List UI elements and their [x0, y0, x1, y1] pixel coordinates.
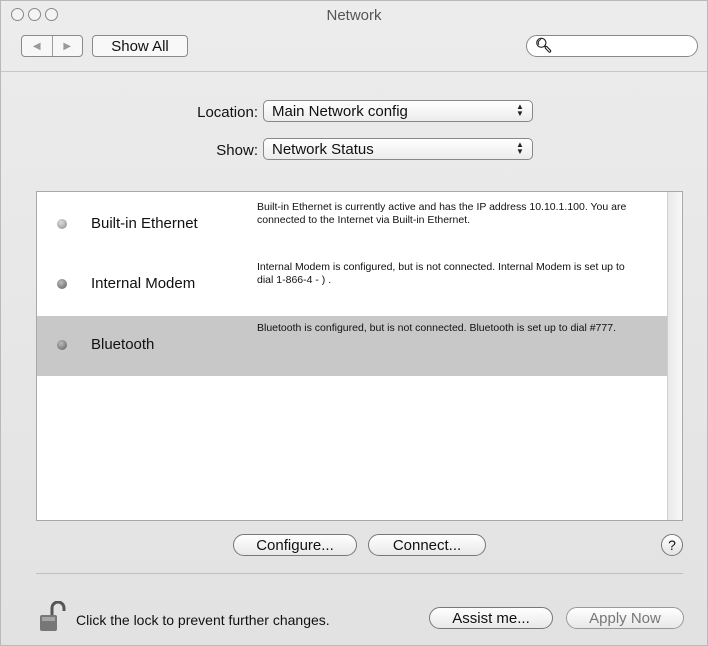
configure-button[interactable]: Configure... [233, 534, 357, 556]
show-all-button[interactable]: Show All [92, 35, 188, 57]
connect-button[interactable]: Connect... [368, 534, 486, 556]
search-field[interactable]: 🔍︎ [526, 35, 698, 57]
location-popup[interactable]: Main Network config ▲ ▼ [263, 100, 533, 122]
show-value: Network Status [272, 141, 374, 158]
list-item-selected[interactable]: Bluetooth Bluetooth is configured, but i… [37, 316, 668, 376]
title-bar: Network [1, 1, 707, 29]
back-forward-control: ◀ ▶ [21, 35, 83, 57]
forward-button[interactable]: ▶ [53, 36, 83, 56]
status-indicator-icon [57, 219, 67, 229]
service-name: Built-in Ethernet [91, 215, 198, 232]
list-item[interactable]: Internal Modem Internal Modem is configu… [37, 255, 668, 315]
service-description: Built-in Ethernet is currently active an… [257, 201, 627, 226]
scrollbar[interactable] [667, 192, 682, 520]
footer-divider [36, 573, 683, 574]
minimize-window-button[interactable] [28, 8, 41, 21]
close-window-button[interactable] [11, 8, 24, 21]
service-description: Internal Modem is configured, but is not… [257, 261, 625, 286]
back-arrow-icon: ◀ [32, 40, 41, 52]
status-indicator-icon [57, 340, 67, 350]
toolbar: ◀ ▶ Show All 🔍︎ [1, 31, 707, 71]
network-status-list: Built-in Ethernet Built-in Ethernet is c… [36, 191, 683, 521]
service-name: Bluetooth [91, 336, 155, 353]
back-button[interactable]: ◀ [22, 36, 53, 56]
popup-arrows-icon: ▲ ▼ [516, 102, 524, 118]
location-value: Main Network config [272, 103, 408, 120]
location-label: Location: [197, 104, 258, 121]
search-input[interactable] [551, 38, 695, 56]
status-indicator-icon [57, 279, 67, 289]
apply-now-button[interactable]: Apply Now [566, 607, 684, 629]
assist-me-button[interactable]: Assist me... [429, 607, 553, 629]
service-name: Internal Modem [91, 275, 196, 292]
toolbar-divider [1, 71, 707, 72]
popup-arrows-icon: ▲ ▼ [516, 140, 524, 156]
network-preferences-window: Network ◀ ▶ Show All 🔍︎ Location: Main N… [0, 0, 708, 646]
forward-arrow-icon: ▶ [63, 40, 72, 52]
show-label: Show: [216, 142, 258, 159]
lock-message: Click the lock to prevent further change… [76, 612, 330, 628]
service-description: Bluetooth is configured, but is not conn… [257, 322, 616, 334]
window-title: Network [326, 7, 382, 24]
show-popup[interactable]: Network Status ▲ ▼ [263, 138, 533, 160]
list-item[interactable]: Built-in Ethernet Built-in Ethernet is c… [37, 195, 668, 255]
help-button[interactable]: ? [661, 534, 683, 556]
padlock-open-icon[interactable] [39, 601, 69, 633]
zoom-window-button[interactable] [45, 8, 58, 21]
window-controls [11, 8, 58, 21]
